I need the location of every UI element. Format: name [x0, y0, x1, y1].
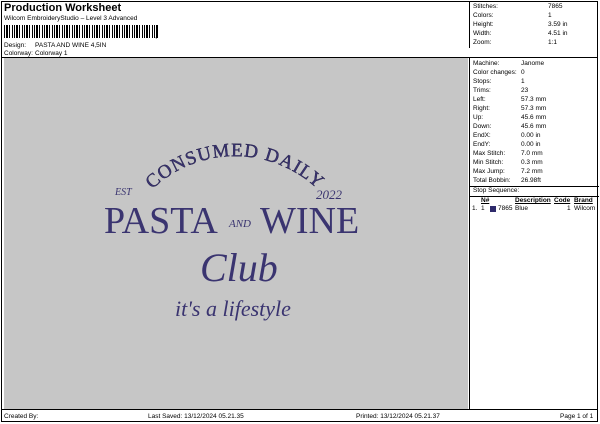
info-label: Max Jump:: [473, 168, 505, 175]
info-label: Left:: [473, 96, 486, 103]
summary-height: Height: 3.59 in: [473, 21, 568, 28]
info-value: 57.3 mm: [521, 105, 547, 112]
summary-value: 3.59 in: [548, 21, 568, 28]
summary-label: Width:: [473, 30, 492, 37]
info-label: Min Stitch:: [473, 159, 504, 166]
design-value: PASTA AND WINE 4,5IN: [35, 42, 107, 49]
info-down: Down: 45.6 mm: [473, 123, 546, 130]
info-label: Total Bobbin:: [473, 177, 511, 184]
summary-label: Colors:: [473, 12, 494, 19]
info-right: Right: 57.3 mm: [473, 105, 546, 112]
info-value: 45.6 mm: [521, 114, 547, 121]
summary-label: Height:: [473, 21, 494, 28]
footer-divider: [1, 409, 598, 410]
summary-width: Width: 4.51 in: [473, 30, 568, 37]
info-endx: EndX: 0.00 in: [473, 132, 541, 139]
info-max-stitch: Max Stitch: 7.0 mm: [473, 150, 543, 157]
summary-value: 7865: [548, 3, 563, 10]
info-max-jump: Max Jump: 7.2 mm: [473, 168, 543, 175]
info-color-changes: Color changes: 0: [473, 69, 525, 76]
info-value: 0.00 in: [521, 141, 541, 148]
info-value: 0.00 in: [521, 132, 541, 139]
page-number: Page 1 of 1: [560, 413, 594, 420]
stop-sequence-heading: Stop Sequence:: [473, 187, 520, 194]
design-preview: CONSUMED DAILY EST 2022 PASTA AND WINE C…: [4, 58, 468, 409]
info-value: Janome: [521, 60, 545, 67]
info-min-stitch: Min Stitch: 0.3 mm: [473, 159, 543, 166]
summary-colors: Colors: 1: [473, 12, 552, 19]
info-value: 26.98ft: [521, 177, 541, 184]
info-label: Up:: [473, 114, 484, 121]
club-text: Club: [200, 245, 278, 290]
tagline-text: it's a lifestyle: [175, 296, 291, 321]
info-total-bobbin: Total Bobbin: 26.98ft: [473, 177, 541, 184]
info-value: 7.0 mm: [521, 150, 543, 157]
col-code: Code: [554, 197, 571, 204]
info-up: Up: 45.6 mm: [473, 114, 546, 121]
est-text: EST: [115, 187, 132, 198]
design-label: Design:: [4, 42, 27, 49]
info-trims: Trims: 23: [473, 87, 528, 94]
info-value: 7.2 mm: [521, 168, 543, 175]
arc-text: CONSUMED DAILY: [142, 140, 329, 193]
info-value: 0.3 mm: [521, 159, 543, 166]
info-value: 45.6 mm: [521, 123, 547, 130]
wine-text: WINE: [260, 200, 360, 242]
info-value: 23: [521, 87, 529, 94]
and-text: AND: [229, 218, 251, 230]
summary-value: 4.51 in: [548, 30, 568, 37]
worksheet-title: Production Worksheet: [4, 2, 122, 14]
last-saved: Last Saved: 13/12/2024 05.21.35: [148, 413, 244, 420]
info-label: Down:: [473, 123, 492, 130]
summary-zoom: Zoom: 1:1: [473, 39, 557, 46]
info-label: EndY:: [473, 141, 491, 148]
col-description: Description: [515, 197, 551, 204]
info-machine: Machine: Janome: [473, 60, 544, 67]
info-value: 1: [521, 78, 525, 85]
info-stops: Stops: 1: [473, 78, 525, 85]
info-endy: EndY: 0.00 in: [473, 141, 541, 148]
stop-needle: 1: [481, 205, 485, 212]
col-number: N#: [481, 197, 490, 204]
software-name: Wilcom EmbroideryStudio – Level 3 Advanc…: [4, 15, 138, 22]
stop-brand: Wilcom: [574, 205, 596, 212]
info-label: Right:: [473, 105, 490, 112]
machine-info-panel: Machine: Janome Color changes: 0 Stops: 1 T…: [469, 58, 599, 409]
stop-code: 1: [567, 205, 571, 212]
stop-description: Blue: [515, 205, 529, 212]
summary-value: 1: [548, 12, 552, 19]
colorway-value: Colorway 1: [35, 50, 68, 57]
pasta-text: PASTA: [104, 200, 218, 242]
summary-label: Stitches:: [473, 3, 498, 10]
created-by: Created By:: [4, 413, 39, 420]
info-label: EndX:: [473, 132, 491, 139]
color-swatch: [490, 206, 496, 212]
info-left: Left: 57.3 mm: [473, 96, 546, 103]
info-value: 57.3 mm: [521, 96, 547, 103]
info-label: Trims:: [473, 87, 491, 94]
printed-date: Printed: 13/12/2024 05.21.37: [356, 413, 440, 420]
summary-stitches: Stitches: 7865: [473, 3, 562, 10]
col-brand: Brand: [574, 197, 593, 204]
info-label: Stops:: [473, 78, 492, 85]
info-label: Max Stitch:: [473, 150, 506, 157]
info-value: 0: [521, 69, 525, 76]
stop-index: 1.: [472, 205, 478, 212]
barcode: [4, 25, 158, 38]
info-label: Color changes:: [473, 69, 517, 76]
info-label: Machine:: [473, 60, 500, 67]
summary-label: Zoom:: [473, 39, 492, 46]
table-row: 1. 1 7865 Blue 1 Wilcom: [470, 205, 599, 214]
stop-stitches: 7865: [498, 205, 513, 212]
barcode-end-mark: ,: [155, 31, 158, 40]
summary-panel: Stitches: 7865 Colors: 1 Height: 3.59 in Wi…: [469, 1, 599, 48]
colorway-label: Colorway:: [4, 50, 33, 57]
embroidery-art: CONSUMED DAILY: [141, 140, 329, 193]
summary-value: 1:1: [548, 39, 558, 46]
